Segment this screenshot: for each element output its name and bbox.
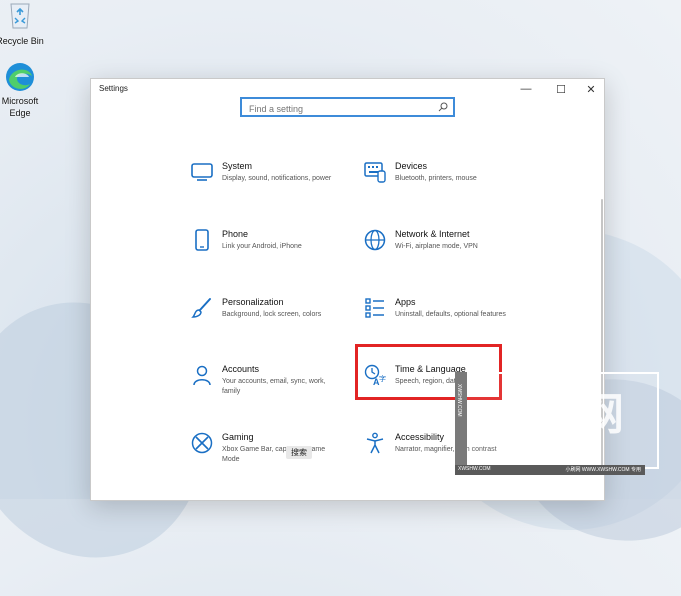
tile-description: Xbox Game Bar, captures, Game Mode	[222, 446, 326, 463]
close-button[interactable]: ✕	[576, 80, 604, 98]
minimize-button[interactable]: —	[511, 80, 541, 98]
tile-title: Network & Internet	[395, 229, 470, 239]
tile-description: Bluetooth, printers, mouse	[395, 175, 477, 182]
desktop-icon-microsoft-edge[interactable]: Microsoft Edge	[0, 60, 52, 118]
desktop-icon-label: Edge	[9, 108, 31, 118]
accessibility-icon	[366, 432, 384, 454]
tile-description: Your accounts, email, sync, work, family	[222, 378, 326, 395]
watermark-side-text: XWSHW.COM	[456, 384, 462, 417]
tile-title: Accessibility	[395, 432, 445, 442]
tile-devices[interactable]: Devices Bluetooth, printers, mouse	[364, 161, 524, 211]
tile-apps[interactable]: Apps Uninstall, defaults, optional featu…	[364, 297, 524, 347]
tile-description: Wi-Fi, airplane mode, VPN	[395, 243, 478, 250]
tile-personalization[interactable]: Personalization Background, lock screen,…	[191, 297, 351, 347]
edge-icon	[3, 60, 37, 94]
watermark-side-strip: XWSHW.COM	[455, 372, 467, 465]
watermark-bar-left: XWSHW.COM	[458, 466, 491, 472]
watermark-logo-text: 小刷网	[488, 389, 626, 440]
title-bar[interactable]: Settings — ☐ ✕	[91, 79, 604, 99]
watermark-url: XWSHW.COM	[515, 440, 589, 451]
tile-title: Phone	[222, 229, 249, 239]
search-input[interactable]	[247, 101, 436, 117]
tile-gaming[interactable]: Gaming Xbox Game Bar, captures, Game Mod…	[191, 432, 351, 482]
tile-title: Accounts	[222, 364, 260, 374]
desktop-icon-label: Recycle Bin	[0, 36, 44, 46]
apps-list-icon	[365, 298, 384, 318]
tile-title: Apps	[395, 297, 416, 307]
tile-description: Display, sound, notifications, power	[222, 175, 332, 182]
search-box[interactable]	[240, 97, 455, 117]
tile-phone[interactable]: Phone Link your Android, iPhone	[191, 229, 351, 279]
monitor-icon	[191, 163, 213, 181]
desktop-icon-label: Microsoft	[1, 96, 39, 106]
globe-icon	[364, 229, 386, 251]
tile-network-internet[interactable]: Network & Internet Wi-Fi, airplane mode,…	[364, 229, 524, 279]
svg-text:字: 字	[379, 374, 386, 383]
keyboard-icon	[364, 162, 386, 183]
phone-icon	[195, 229, 209, 251]
brush-icon	[191, 298, 211, 318]
maximize-button[interactable]: ☐	[546, 80, 576, 98]
tile-description: Background, lock screen, colors	[222, 311, 322, 318]
tile-system[interactable]: System Display, sound, notifications, po…	[191, 161, 351, 211]
person-icon	[193, 365, 211, 386]
tile-title: Personalization	[222, 297, 284, 307]
window-title: Settings	[99, 84, 128, 93]
tile-accounts[interactable]: Accounts Your accounts, email, sync, wor…	[191, 364, 351, 414]
taskbar-search-label[interactable]: 搜索	[286, 446, 312, 459]
watermark-bar-right: 小刷网 WWW.XWSHW.COM 专用	[565, 467, 641, 473]
tile-description: Link your Android, iPhone	[222, 243, 302, 250]
tile-title: Gaming	[222, 432, 254, 442]
desktop-icon-recycle-bin[interactable]: Recycle Bin	[0, 0, 52, 46]
time-language-icon: A 字	[364, 364, 386, 386]
watermark-bar: XWSHW.COM 小刷网 WWW.XWSHW.COM 专用	[455, 465, 645, 475]
tile-description: Uninstall, defaults, optional features	[395, 311, 506, 318]
tile-title: Devices	[395, 161, 428, 171]
tile-title: System	[222, 161, 253, 171]
search-icon[interactable]	[438, 102, 448, 112]
xbox-icon	[191, 432, 213, 454]
recycle-bin-icon	[3, 0, 37, 34]
